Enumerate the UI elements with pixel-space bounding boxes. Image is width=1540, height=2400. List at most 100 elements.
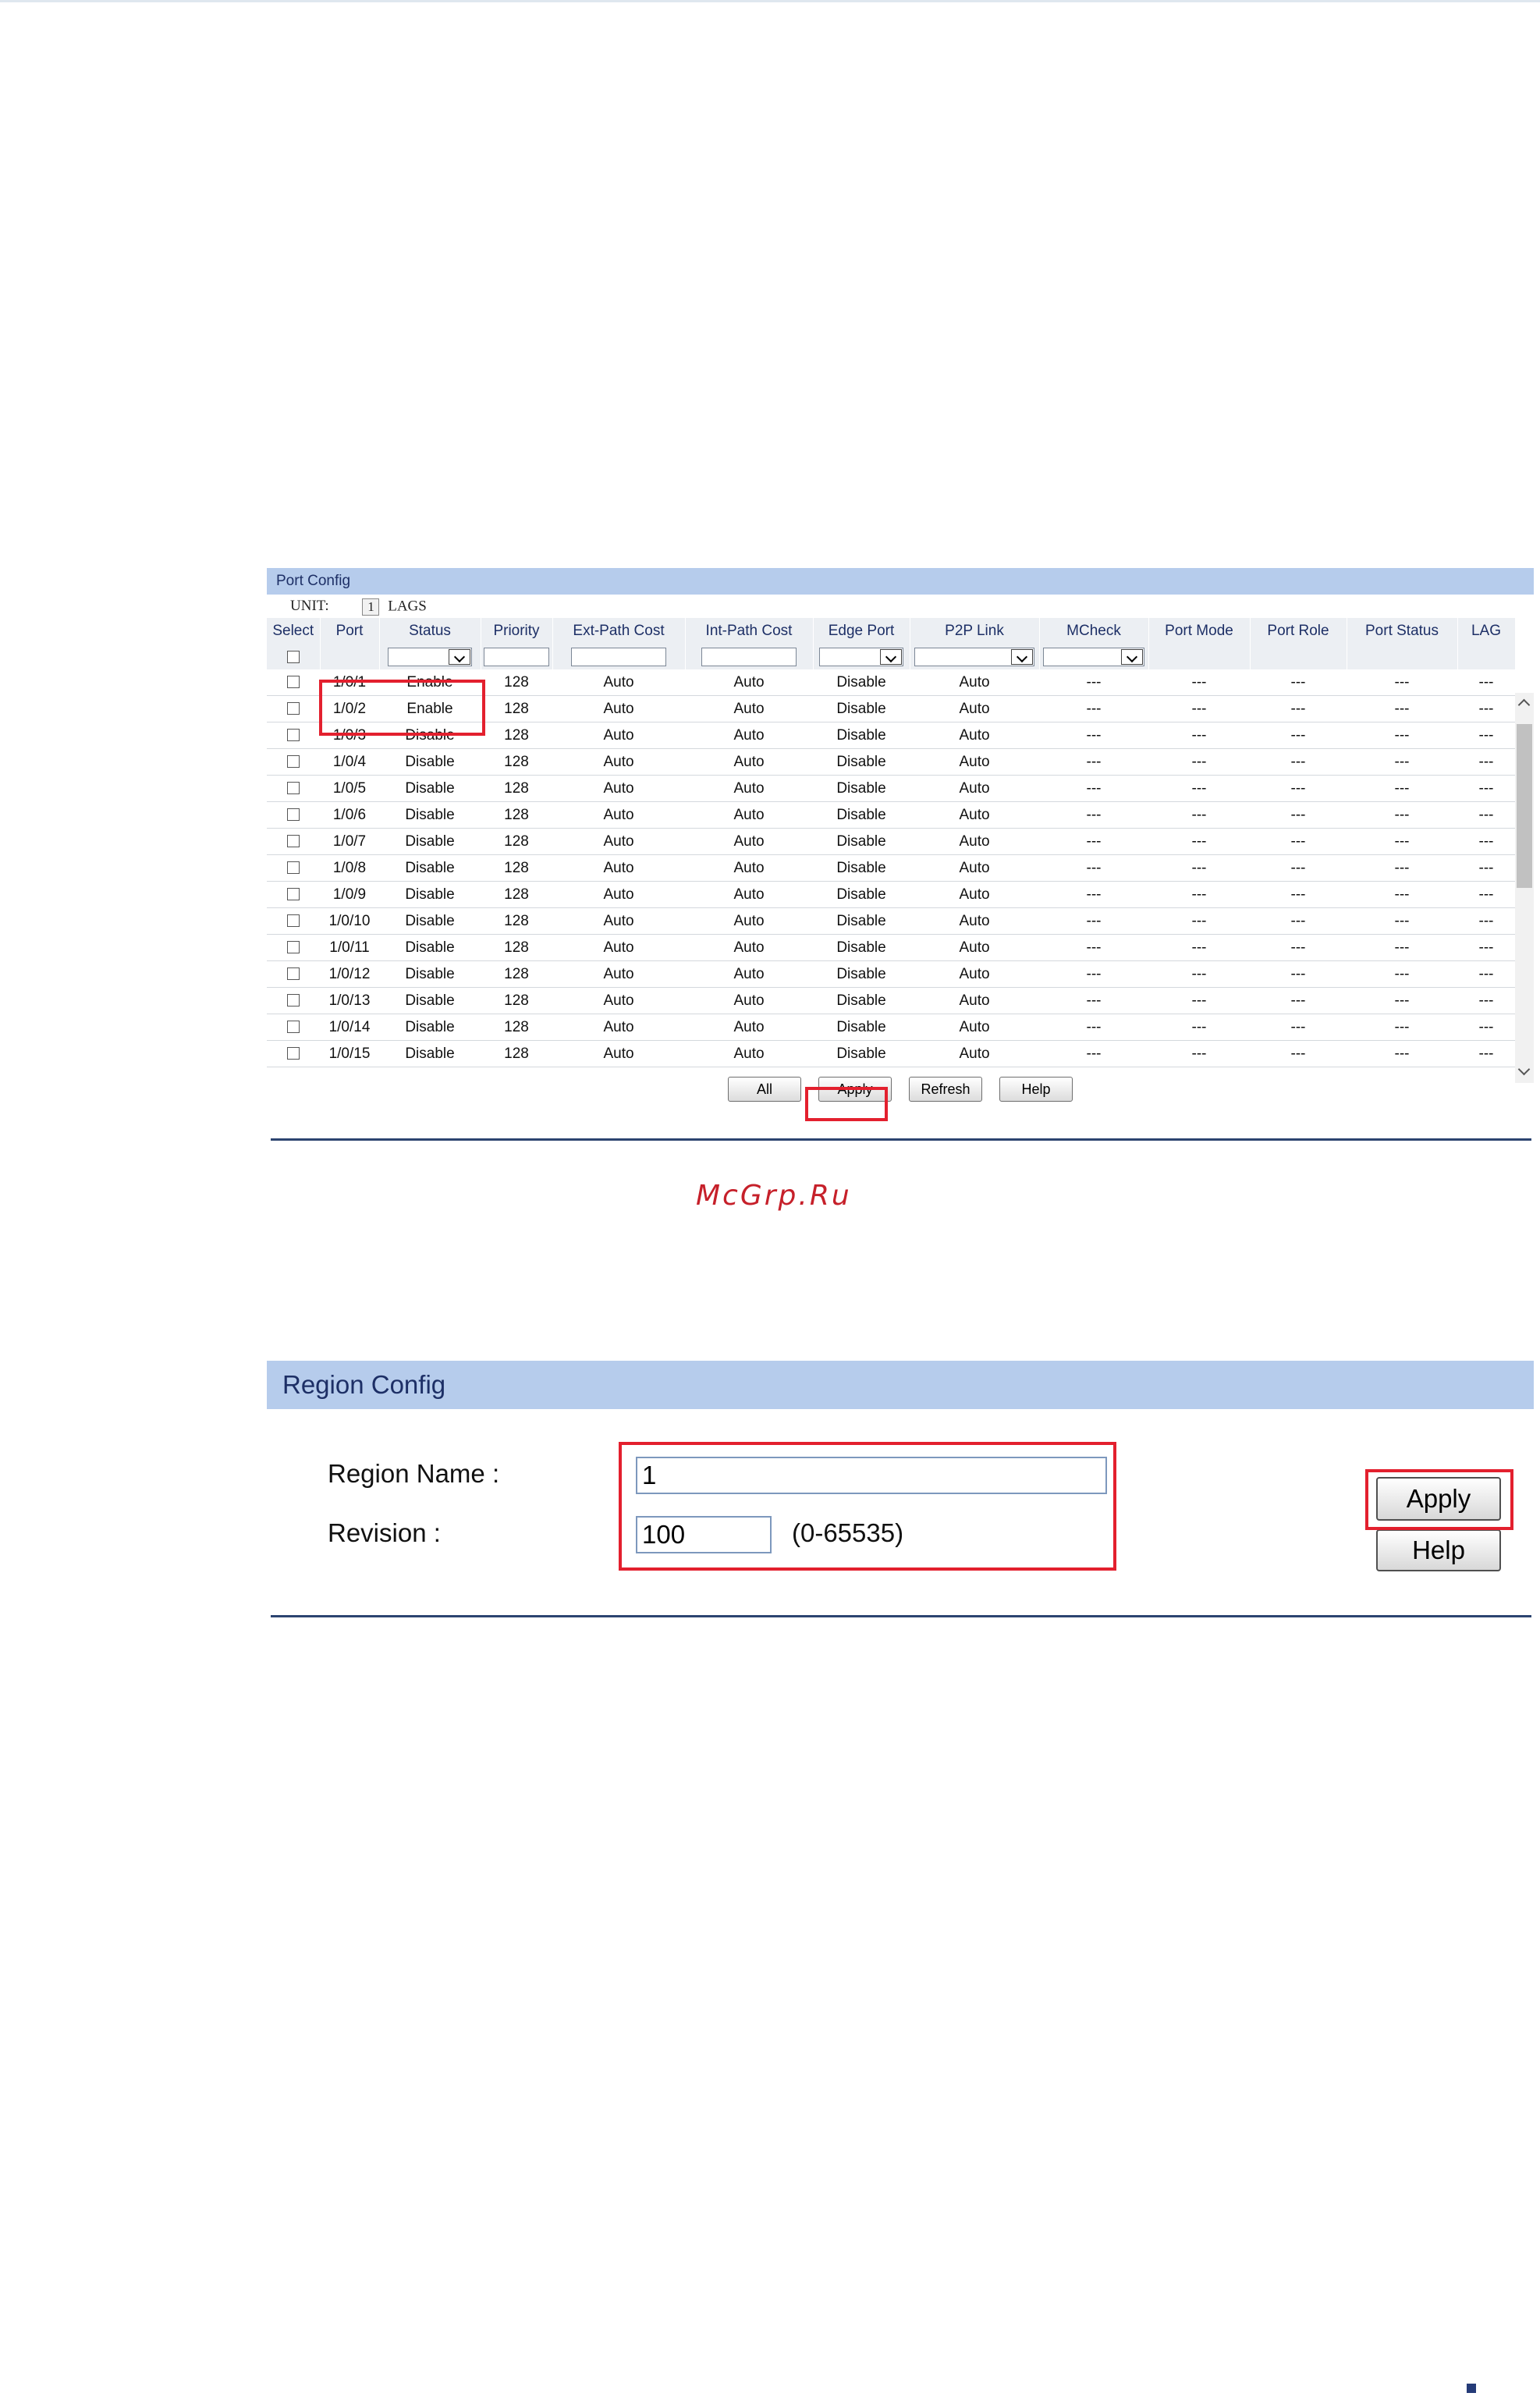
- cell-lag: ---: [1457, 722, 1515, 749]
- cell-port: 1/0/6: [320, 801, 379, 829]
- cell-mcheck: ---: [1039, 854, 1148, 882]
- row-select-cell: [267, 854, 320, 882]
- cell-pstatus: ---: [1347, 748, 1457, 776]
- table-row: 1/0/14 Disable 128 Auto Auto Disable Auto --- --…: [267, 1014, 1515, 1041]
- port-config-title: Port Config: [267, 568, 1534, 595]
- row-checkbox[interactable]: [287, 729, 300, 742]
- cell-role: ---: [1250, 907, 1347, 935]
- cell-status: Disable: [379, 987, 481, 1014]
- cell-p2p: Auto: [910, 669, 1039, 696]
- top-rule: [0, 0, 1540, 2]
- cell-lag: ---: [1457, 934, 1515, 961]
- status-filter-select[interactable]: [388, 648, 472, 666]
- row-checkbox[interactable]: [287, 702, 300, 715]
- col-priority: Priority: [481, 618, 553, 644]
- row-checkbox[interactable]: [287, 1047, 300, 1060]
- cell-int: Auto: [685, 669, 813, 696]
- row-select-cell: [267, 775, 320, 802]
- cell-status: Disable: [379, 775, 481, 802]
- cell-ext: Auto: [552, 695, 685, 722]
- page-corner-mark: [1467, 2384, 1476, 2393]
- region-help-button[interactable]: Help: [1376, 1529, 1501, 1571]
- row-select-cell: [267, 934, 320, 961]
- row-checkbox[interactable]: [287, 835, 300, 848]
- p2p-link-filter-select[interactable]: [914, 648, 1034, 666]
- col-select: Select: [267, 618, 321, 644]
- cell-mcheck: ---: [1039, 1040, 1148, 1067]
- cell-priority: 128: [481, 748, 552, 776]
- table-header-row: Select Port Status Priority Ext-Path Cos…: [267, 618, 1516, 644]
- row-checkbox[interactable]: [287, 808, 300, 822]
- cell-p2p: Auto: [910, 748, 1039, 776]
- row-checkbox[interactable]: [287, 755, 300, 769]
- row-select-cell: [267, 960, 320, 988]
- select-all-checkbox[interactable]: [286, 650, 300, 663]
- cell-role: ---: [1250, 960, 1347, 988]
- cell-port: 1/0/4: [320, 748, 379, 776]
- ext-path-cost-filter-input[interactable]: [571, 648, 666, 666]
- row-checkbox[interactable]: [287, 994, 300, 1007]
- cell-mcheck: ---: [1039, 1014, 1148, 1041]
- row-checkbox[interactable]: [287, 888, 300, 901]
- cell-pstatus: ---: [1347, 775, 1457, 802]
- cell-int: Auto: [685, 960, 813, 988]
- region-config-title: Region Config: [267, 1361, 1534, 1409]
- row-checkbox[interactable]: [287, 967, 300, 981]
- all-button[interactable]: All: [728, 1077, 801, 1102]
- cell-mcheck: ---: [1039, 907, 1148, 935]
- cell-edge: Disable: [813, 748, 910, 776]
- refresh-button[interactable]: Refresh: [909, 1077, 982, 1102]
- row-checkbox[interactable]: [287, 861, 300, 875]
- cell-pstatus: ---: [1347, 828, 1457, 855]
- cell-status: Disable: [379, 1014, 481, 1041]
- cell-mode: ---: [1148, 1014, 1250, 1041]
- cell-int: Auto: [685, 695, 813, 722]
- cell-pstatus: ---: [1347, 1014, 1457, 1041]
- lags-link[interactable]: LAGS: [388, 598, 427, 615]
- table-scrollbar[interactable]: [1515, 693, 1534, 1083]
- cell-p2p: Auto: [910, 801, 1039, 829]
- cell-mode: ---: [1148, 748, 1250, 776]
- help-button[interactable]: Help: [999, 1077, 1073, 1102]
- row-checkbox[interactable]: [287, 1021, 300, 1034]
- cell-lag: ---: [1457, 695, 1515, 722]
- cell-priority: 128: [481, 828, 552, 855]
- cell-int: Auto: [685, 987, 813, 1014]
- cell-int: Auto: [685, 907, 813, 935]
- cell-int: Auto: [685, 828, 813, 855]
- row-checkbox[interactable]: [287, 676, 300, 689]
- cell-status: Disable: [379, 881, 481, 908]
- cell-edge: Disable: [813, 881, 910, 908]
- cell-edge: Disable: [813, 669, 910, 696]
- unit-selector[interactable]: 1: [362, 598, 380, 616]
- cell-edge: Disable: [813, 828, 910, 855]
- cell-mode: ---: [1148, 987, 1250, 1014]
- region-name-label: Region Name :: [328, 1459, 500, 1488]
- cell-port: 1/0/7: [320, 828, 379, 855]
- mcheck-filter-select[interactable]: [1043, 648, 1144, 666]
- cell-role: ---: [1250, 722, 1347, 749]
- col-int-path-cost: Int-Path Cost: [685, 618, 814, 644]
- cell-edge: Disable: [813, 722, 910, 749]
- row-checkbox[interactable]: [287, 914, 300, 928]
- cell-status: Disable: [379, 1040, 481, 1067]
- cell-pstatus: ---: [1347, 1040, 1457, 1067]
- cell-mode: ---: [1148, 934, 1250, 961]
- row-checkbox[interactable]: [287, 941, 300, 954]
- scroll-down-icon[interactable]: [1517, 1063, 1531, 1076]
- row-checkbox[interactable]: [287, 782, 300, 795]
- edge-port-filter-select[interactable]: [819, 648, 903, 666]
- cell-role: ---: [1250, 695, 1347, 722]
- row-select-cell: [267, 1040, 320, 1067]
- section-divider: [271, 1138, 1531, 1141]
- cell-pstatus: ---: [1347, 907, 1457, 935]
- cell-status: Disable: [379, 934, 481, 961]
- int-path-cost-filter-input[interactable]: [701, 648, 797, 666]
- scroll-thumb[interactable]: [1517, 724, 1532, 888]
- cell-edge: Disable: [813, 854, 910, 882]
- cell-ext: Auto: [552, 722, 685, 749]
- scroll-up-icon[interactable]: [1517, 698, 1531, 712]
- cell-mode: ---: [1148, 854, 1250, 882]
- priority-filter-input[interactable]: [484, 648, 549, 666]
- cell-role: ---: [1250, 801, 1347, 829]
